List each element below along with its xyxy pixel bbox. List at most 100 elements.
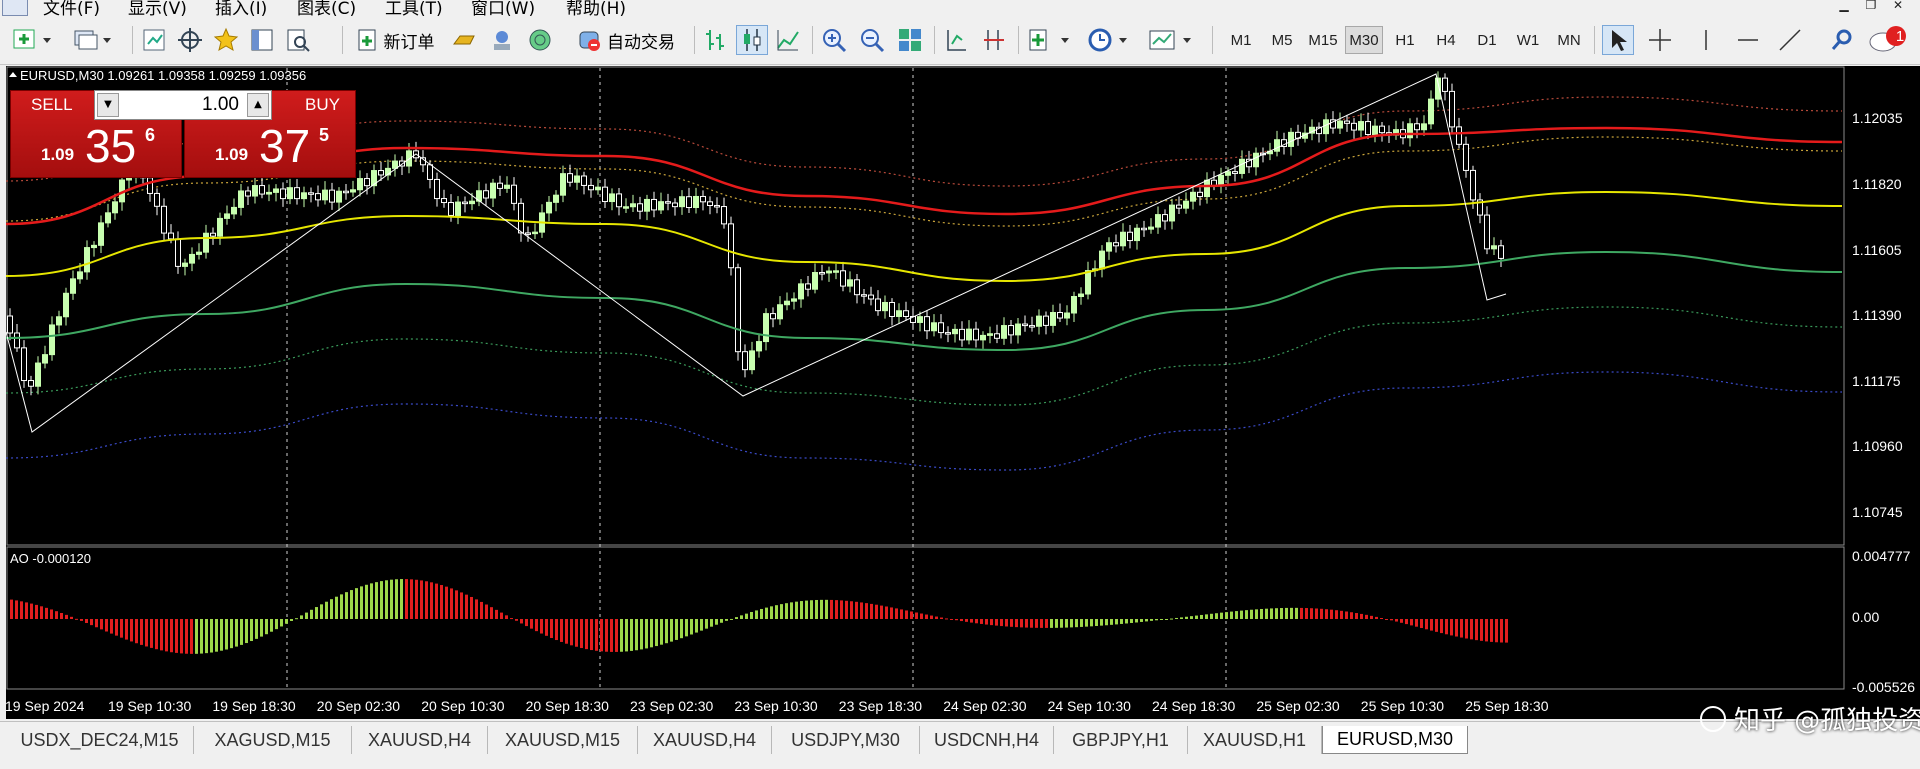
- notifications-button[interactable]: 1: [1866, 25, 1912, 55]
- tab-usdjpy-m30[interactable]: USDJPY,M30: [772, 726, 920, 754]
- band-lower-outer: [5, 371, 1843, 471]
- ao-bar: [1355, 613, 1358, 619]
- search-icon[interactable]: [1826, 25, 1858, 55]
- favorites-star-icon[interactable]: [210, 25, 242, 55]
- zoom-out-icon[interactable]: [856, 25, 888, 55]
- menu-tools[interactable]: 工具(T): [385, 0, 443, 16]
- market-watch-icon[interactable]: [138, 25, 170, 55]
- profiles-button[interactable]: [70, 25, 116, 55]
- tab-xauusd-h4[interactable]: XAUUSD,H4: [352, 726, 488, 754]
- line-chart-icon[interactable]: [772, 25, 804, 55]
- candle-body: [112, 201, 118, 214]
- candle-body: [315, 193, 321, 201]
- menu-window[interactable]: 窗口(W): [471, 0, 535, 16]
- data-window-icon[interactable]: [246, 25, 278, 55]
- timeframe-m1[interactable]: M1: [1222, 26, 1260, 54]
- menu-file[interactable]: 文件(F): [43, 0, 100, 16]
- cursor-icon[interactable]: [1602, 25, 1634, 55]
- ao-bar: [785, 603, 788, 619]
- candlestick-chart-icon[interactable]: [736, 25, 768, 55]
- tile-windows-icon[interactable]: [894, 25, 926, 55]
- minimize-icon[interactable]: ▁: [1833, 0, 1855, 14]
- collapse-arrow-icon[interactable]: [9, 72, 17, 77]
- lot-size-field[interactable]: ▼ 1.00 ▲: [94, 90, 272, 120]
- candle-body: [175, 238, 181, 267]
- candle-body: [672, 202, 678, 208]
- ao-bar: [210, 619, 213, 653]
- radar-icon[interactable]: [524, 25, 556, 55]
- ao-bar: [130, 619, 133, 642]
- tab-xagusd-m15[interactable]: XAGUSD,M15: [194, 726, 352, 754]
- timeframe-m15[interactable]: M15: [1304, 26, 1342, 54]
- ao-bar: [110, 619, 113, 634]
- tester-search-icon[interactable]: [282, 25, 314, 55]
- ao-bar: [1115, 619, 1118, 625]
- menu-help[interactable]: 帮助(H): [566, 0, 626, 16]
- templates-button[interactable]: [1146, 25, 1198, 55]
- ao-bar: [405, 579, 408, 619]
- candle-body: [693, 195, 699, 209]
- restore-icon[interactable]: ❐: [1860, 0, 1882, 14]
- ao-bar: [510, 618, 513, 620]
- app-icon: [2, 0, 28, 16]
- ao-bar: [535, 619, 538, 632]
- ao-bar: [1125, 619, 1128, 624]
- crosshair-navigator-icon[interactable]: [174, 25, 206, 55]
- bar-chart-icon[interactable]: [700, 25, 732, 55]
- close-icon[interactable]: ✕: [1887, 0, 1909, 14]
- candle-body: [70, 278, 76, 294]
- new-order-button[interactable]: 新订单: [350, 25, 440, 55]
- tab-xauusd-m15[interactable]: XAUUSD,M15: [488, 726, 638, 754]
- timeframe-h1[interactable]: H1: [1386, 26, 1424, 54]
- candle-body: [1204, 179, 1210, 198]
- gold-bar-icon[interactable]: [448, 25, 480, 55]
- tab-xauusd-h1[interactable]: XAUUSD,H1: [1188, 726, 1322, 754]
- periods-clock-button[interactable]: [1086, 25, 1134, 55]
- ao-bar: [1165, 619, 1168, 620]
- tab-usdx-dec24-m15[interactable]: USDX_DEC24,M15: [6, 726, 194, 754]
- menu-insert[interactable]: 插入(I): [215, 0, 267, 16]
- lot-decrease-icon[interactable]: ▼: [97, 93, 119, 117]
- timeframe-w1[interactable]: W1: [1509, 26, 1547, 54]
- tab-eurusd-m30[interactable]: EURUSD,M30: [1322, 726, 1468, 754]
- auto-trading-button[interactable]: 自动交易: [566, 25, 686, 55]
- ao-bar: [580, 619, 583, 649]
- indicators-button[interactable]: [1026, 25, 1074, 55]
- tab-xauusd-h4-2[interactable]: XAUUSD,H4: [638, 726, 772, 754]
- lot-size-value: 1.00: [202, 94, 239, 115]
- auto-scroll-icon[interactable]: [940, 25, 972, 55]
- candle-body: [406, 150, 412, 167]
- crosshair-icon[interactable]: [1644, 25, 1676, 55]
- tab-gbpjpy-h1[interactable]: GBPJPY,H1: [1054, 726, 1188, 754]
- trendline-icon[interactable]: [1774, 25, 1806, 55]
- menu-view[interactable]: 显示(V): [128, 0, 187, 16]
- zoom-in-icon[interactable]: [818, 25, 850, 55]
- ma-yellow-line: [5, 190, 1843, 283]
- signals-icon[interactable]: [486, 25, 518, 55]
- tab-usdcnh-h4[interactable]: USDCNH,H4: [920, 726, 1054, 754]
- ao-bar: [600, 619, 603, 652]
- candle-body: [1169, 204, 1175, 222]
- timeframe-h4[interactable]: H4: [1427, 26, 1465, 54]
- chart-shift-icon[interactable]: [978, 25, 1010, 55]
- menu-charts[interactable]: 图表(C): [297, 0, 356, 16]
- ao-bar: [95, 619, 98, 628]
- ao-bar: [375, 582, 378, 619]
- candle-body: [497, 182, 503, 189]
- time-label-14: 25 Sep 18:30: [1465, 698, 1549, 714]
- ao-bar: [465, 594, 468, 619]
- candle-body: [616, 193, 622, 208]
- ao-bar: [60, 612, 63, 619]
- timeframe-mn[interactable]: MN: [1550, 26, 1588, 54]
- lot-increase-icon[interactable]: ▲: [247, 93, 269, 117]
- new-chart-button[interactable]: [10, 25, 56, 55]
- ao-bar: [1240, 610, 1243, 619]
- time-label-6: 23 Sep 02:30: [630, 698, 714, 714]
- vertical-line-icon[interactable]: [1690, 25, 1722, 55]
- horizontal-line-icon[interactable]: [1732, 25, 1764, 55]
- ao-bar: [1480, 619, 1483, 641]
- timeframe-m30[interactable]: M30: [1345, 26, 1383, 54]
- candle-body: [336, 190, 342, 203]
- timeframe-d1[interactable]: D1: [1468, 26, 1506, 54]
- timeframe-m5[interactable]: M5: [1263, 26, 1301, 54]
